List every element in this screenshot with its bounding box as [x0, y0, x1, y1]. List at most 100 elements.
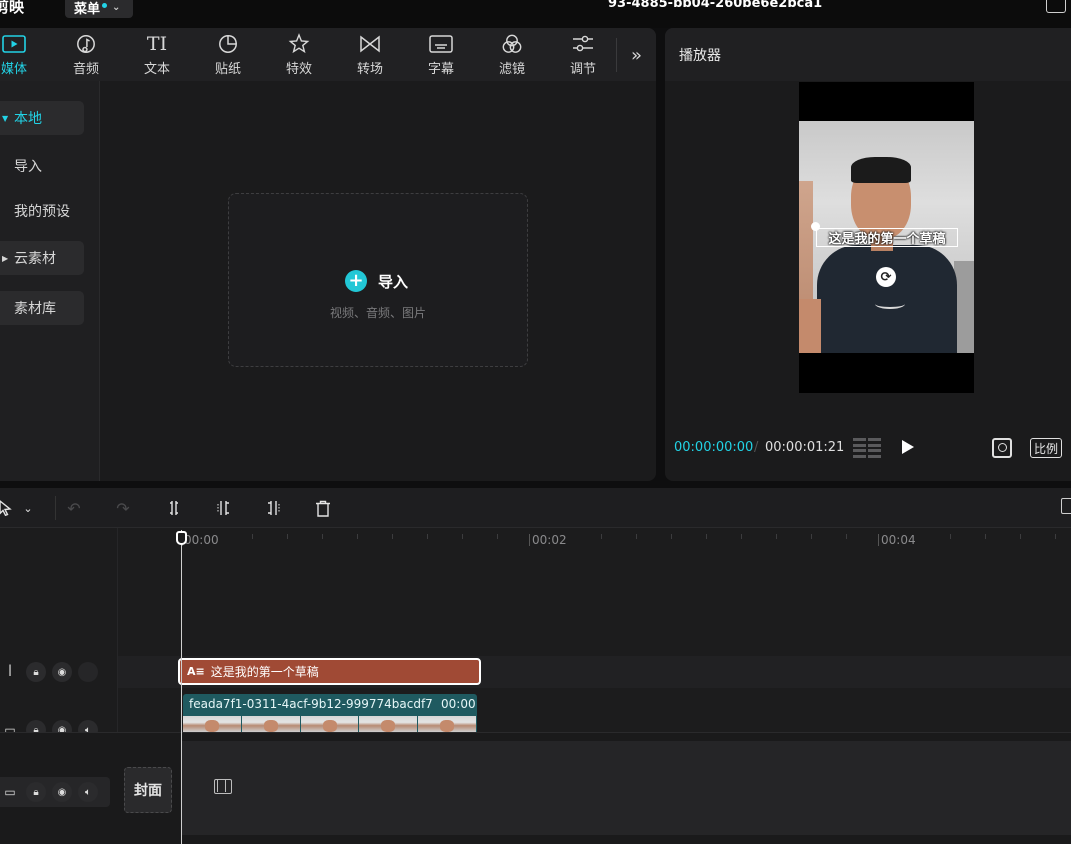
background-shape — [954, 261, 974, 353]
chevron-down-icon[interactable]: ⌄ — [20, 498, 36, 518]
video-clip[interactable]: feada7f1-0311-4acf-9b12-999774bacdf7 00:… — [183, 694, 477, 732]
ruler-tick — [1055, 534, 1056, 539]
tab-subtitle[interactable]: 字幕 — [416, 32, 466, 78]
ruler-tick — [287, 534, 288, 539]
preview-video-frame: 这是我的第一个草稿 ⟳ — [799, 121, 974, 353]
sidebar-item-label: 导入 — [14, 159, 42, 175]
caption-text-box[interactable]: 这是我的第一个草稿 — [816, 228, 958, 247]
text-clip-label: 这是我的第一个草稿 — [210, 665, 319, 679]
trim-right-icon[interactable] — [262, 498, 284, 518]
volume-icon[interactable]: 🔈︎ — [78, 782, 98, 802]
tab-media[interactable]: 媒体 — [0, 32, 39, 78]
sidebar-item-library[interactable]: 素材库 — [0, 291, 84, 325]
tab-text[interactable]: TI 文本 — [132, 32, 182, 78]
tab-label: 媒体 — [0, 62, 27, 77]
redo-icon[interactable]: ↷ — [113, 498, 133, 518]
delete-icon[interactable] — [312, 498, 334, 518]
split-icon[interactable] — [163, 498, 185, 518]
fullscreen-zoom-icon[interactable] — [992, 438, 1012, 458]
ruler-tick — [878, 534, 879, 546]
lock-icon[interactable]: 🔒︎ — [26, 662, 46, 682]
ruler-tick — [846, 534, 847, 539]
current-time: 00:00:00:00 — [674, 440, 754, 455]
audio-icon — [76, 32, 96, 56]
import-label: 导入 — [378, 272, 409, 291]
tab-label: 转场 — [356, 62, 383, 77]
timeline-ruler[interactable]: 00:00 00:02 00:04 — [118, 528, 1071, 552]
ruler-tick — [1020, 534, 1021, 539]
text-clip-icon: A≡ — [187, 665, 205, 678]
text-clip[interactable]: A≡ 这是我的第一个草稿 — [178, 658, 481, 685]
app-title: 剪映 — [0, 0, 25, 16]
plus-icon: + — [345, 270, 367, 292]
sidebar-item-my-presets[interactable]: 我的预设 — [0, 194, 84, 228]
film-icon — [214, 779, 232, 794]
video-clip-name: feada7f1-0311-4acf-9b12-999774bacdf7 — [189, 697, 433, 711]
lock-icon[interactable]: 🔒︎ — [26, 782, 46, 802]
timeline-panel: ⌄ ↶ ↷ 00:00 00:02 00:04 ꟾ 🔒︎ ◉ A≡ 这是我的第一… — [0, 488, 1071, 844]
timeline-toolbar: ⌄ ↶ ↷ — [0, 488, 1071, 528]
play-icon[interactable] — [902, 440, 914, 454]
tab-sticker[interactable]: 贴纸 — [203, 32, 253, 78]
ratio-button[interactable]: 比例 — [1030, 438, 1063, 458]
grid-list-icon[interactable] — [853, 438, 881, 458]
main-track-lane[interactable] — [182, 741, 1071, 835]
ruler-tick — [322, 534, 323, 539]
main-track-controls: ▭ 🔒︎ ◉ 🔈︎ — [0, 777, 110, 807]
main-track-icon: ▭ — [4, 785, 16, 799]
cover-button[interactable]: 封面 — [124, 767, 172, 813]
import-drop-zone[interactable]: + 导入 视频、音频、图片 — [228, 193, 528, 367]
video-thumbnail — [183, 716, 241, 732]
shirt-logo — [875, 299, 905, 309]
player-title: 播放器 — [679, 48, 721, 64]
rotate-icon[interactable]: ⟳ — [876, 267, 896, 287]
tab-adjust[interactable]: 调节 — [558, 32, 608, 78]
triangle-right-icon: ▶ — [2, 253, 9, 263]
filter-icon — [501, 32, 523, 56]
ruler-tick — [529, 534, 530, 546]
microphone-icon[interactable] — [1061, 498, 1071, 514]
main-track: ▭ 🔒︎ ◉ 🔈︎ 封面 — [0, 732, 1071, 844]
person-arm — [799, 299, 821, 353]
total-duration: 00:00:01:21 — [765, 440, 845, 455]
tab-audio[interactable]: 音频 — [61, 32, 111, 78]
ruler-tick — [776, 534, 777, 539]
shortcuts-icon[interactable] — [1046, 0, 1066, 13]
sidebar-item-cloud[interactable]: ▶ 云素材 — [0, 241, 84, 275]
import-button[interactable]: + 导入 — [345, 270, 408, 292]
resize-handle[interactable] — [811, 222, 820, 231]
transition-icon — [359, 32, 381, 56]
ruler-tick — [671, 534, 672, 539]
undo-icon[interactable]: ↶ — [64, 498, 84, 518]
sidebar-item-import[interactable]: 导入 — [0, 149, 84, 183]
ruler-tick — [427, 534, 428, 539]
tab-effects[interactable]: 特效 — [274, 32, 324, 78]
tab-filter[interactable]: 滤镜 — [487, 32, 537, 78]
ruler-tick — [252, 534, 253, 539]
sidebar-item-local[interactable]: ▼ 本地 — [0, 101, 84, 135]
media-panel: 媒体 音频 TI 文本 贴纸 特效 转场 字幕 滤镜 调节 » ▼ 本地 导入 … — [0, 28, 656, 481]
more-tabs-icon[interactable]: » — [616, 38, 656, 72]
playhead-line[interactable] — [181, 530, 182, 844]
sidebar-item-label: 本地 — [14, 111, 42, 127]
text-track-icon: ꟾ — [8, 665, 12, 679]
sticker-icon — [218, 32, 238, 56]
menu-notification-dot — [102, 2, 108, 8]
eye-icon[interactable]: ◉ — [52, 782, 72, 802]
tab-transition[interactable]: 转场 — [345, 32, 395, 78]
menu-button[interactable]: 菜单 ⌄ — [65, 0, 133, 18]
project-title: 93-4885-bb04-260be6e2bca1 — [608, 0, 823, 11]
effects-icon — [288, 32, 310, 56]
subtitle-icon — [429, 32, 453, 56]
top-bar: 剪映 菜单 ⌄ 93-4885-bb04-260be6e2bca1 — [0, 0, 1071, 28]
ruler-tick — [601, 534, 602, 539]
preview-canvas[interactable]: 这是我的第一个草稿 ⟳ — [799, 82, 974, 393]
video-thumbnail — [418, 716, 476, 732]
eye-icon[interactable]: ◉ — [52, 662, 72, 682]
tab-label: 文本 — [143, 62, 170, 77]
select-pointer-icon[interactable] — [0, 498, 16, 518]
triangle-down-icon: ▼ — [2, 113, 9, 123]
video-thumbnails — [183, 716, 477, 732]
trim-left-icon[interactable] — [213, 498, 235, 518]
playhead-handle[interactable] — [176, 531, 187, 545]
